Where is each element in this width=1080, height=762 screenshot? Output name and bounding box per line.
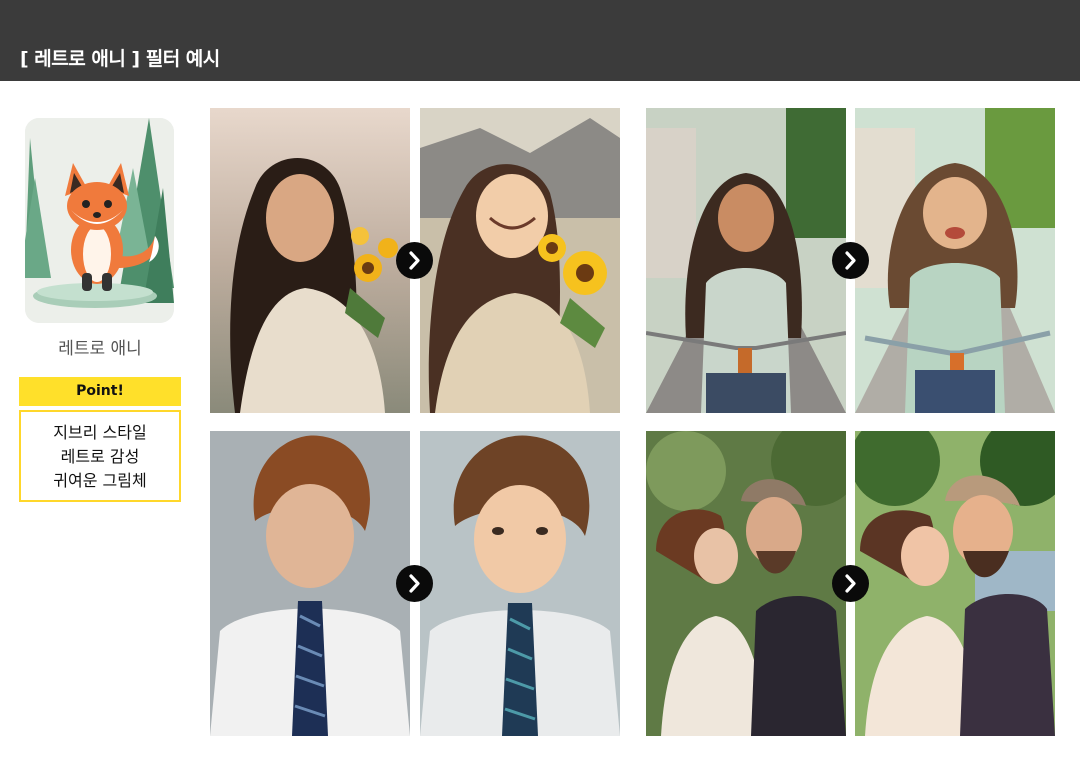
page-title: [ 레트로 애니 ] 필터 예시 [20, 48, 220, 70]
example-2-after-anime [855, 108, 1055, 413]
example-2-before-photo [646, 108, 846, 413]
example-1-after-anime [420, 108, 620, 413]
point-description-box: 지브리 스타일 레트로 감성 귀여운 그림체 [19, 410, 181, 502]
chevron-right-icon [409, 574, 420, 593]
example-3-after-anime [420, 431, 620, 736]
point-line-1: 지브리 스타일 [53, 423, 147, 442]
example-4-after-anime [855, 431, 1055, 736]
point-line-3: 귀여운 그림체 [53, 471, 147, 490]
example-3-before-photo [210, 431, 410, 736]
example-2-next-button[interactable] [832, 242, 869, 279]
chevron-right-icon [845, 574, 856, 593]
example-3-next-button[interactable] [396, 565, 433, 602]
point-line-2: 레트로 감성 [60, 447, 140, 466]
filter-thumbnail [25, 118, 174, 323]
chevron-right-icon [845, 251, 856, 270]
point-badge: Point! [19, 377, 181, 406]
chevron-right-icon [409, 251, 420, 270]
header-bar: [ 레트로 애니 ] 필터 예시 [0, 0, 1080, 81]
example-1-next-button[interactable] [396, 242, 433, 279]
example-4-before-photo [646, 431, 846, 736]
example-4-next-button[interactable] [832, 565, 869, 602]
example-1-before-photo [210, 108, 410, 413]
filter-name-label: 레트로 애니 [58, 339, 142, 359]
fox-illustration-icon [25, 118, 174, 323]
